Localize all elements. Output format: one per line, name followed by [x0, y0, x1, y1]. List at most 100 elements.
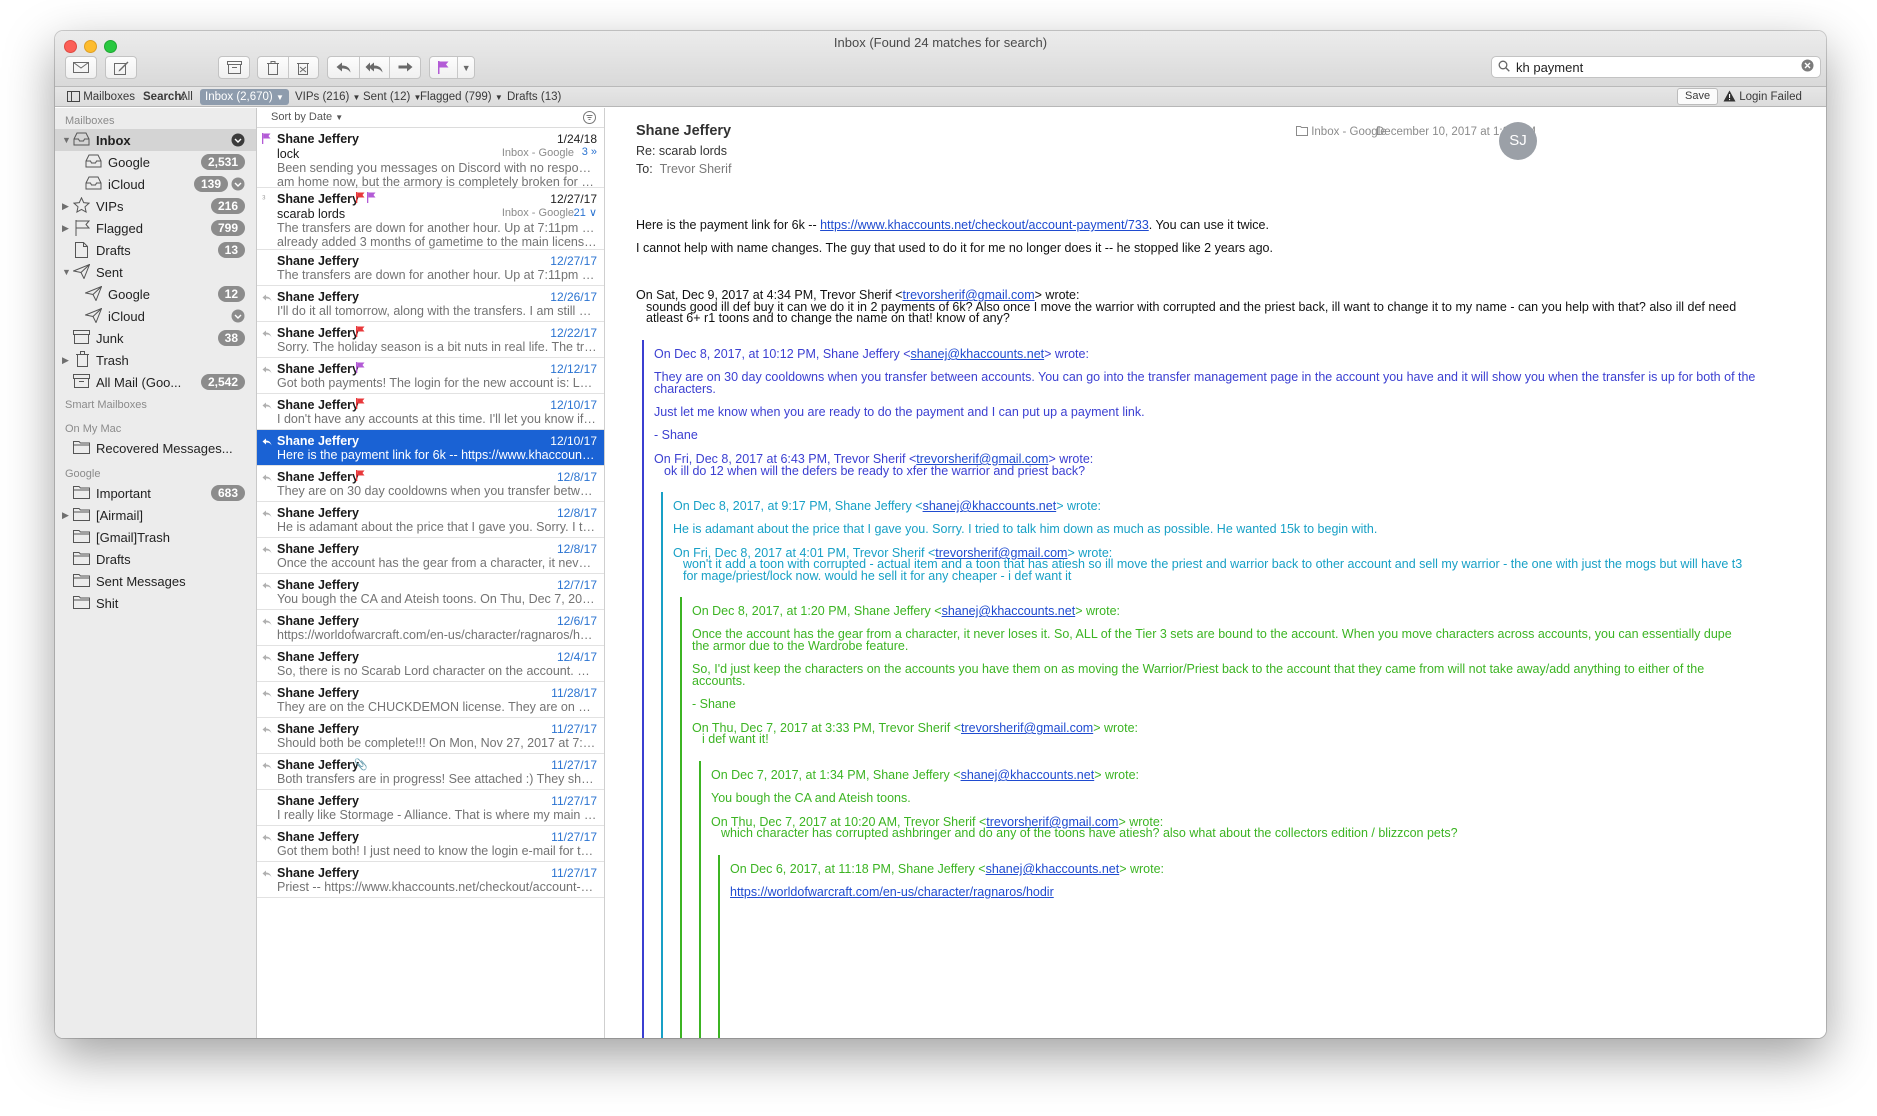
scope-all[interactable]: All	[180, 89, 193, 105]
get-mail-button[interactable]	[65, 56, 97, 79]
sidebar-item-all-mail[interactable]: All Mail (Goo... 2,542	[55, 371, 256, 393]
sidebar-section-on-my-mac[interactable]: On My Mac	[65, 423, 121, 435]
sidebar-item-label: iCloud	[108, 177, 145, 192]
list-item[interactable]: Shane Jeffery 12/8/17 They are on 30 day c…	[257, 466, 604, 502]
sidebar-item-junk[interactable]: Junk 38	[55, 327, 256, 349]
list-item[interactable]: Shane Jeffery 📎 11/27/17 Both transfers are…	[257, 754, 604, 790]
email-link[interactable]: shanej@khaccounts.net	[942, 604, 1076, 618]
list-item[interactable]: Shane Jeffery 11/27/17 I really like Storm…	[257, 790, 604, 826]
sidebar-icon	[67, 91, 80, 107]
quote-level-2-bar	[661, 492, 663, 1038]
list-item[interactable]: Shane Jeffery 12/7/17 You bough the CA and…	[257, 574, 604, 610]
disclosure-closed-icon[interactable]: ▶	[62, 223, 69, 234]
reply-button[interactable]	[328, 57, 359, 78]
list-item[interactable]: Shane Jeffery 12/6/17 https://worldofwarcr…	[257, 610, 604, 646]
reply-all-button[interactable]	[358, 57, 390, 78]
disclosure-closed-icon[interactable]: ▶	[62, 355, 69, 366]
sidebar-item-label: Flagged	[96, 221, 143, 236]
sidebar-item-sent[interactable]: ▼ Sent	[55, 261, 256, 283]
character-link[interactable]: https://worldofwarcraft.com/en-us/charac…	[730, 885, 1054, 899]
sidebar-item-recovered-messages[interactable]: Recovered Messages...	[55, 437, 256, 459]
search-input[interactable]	[1516, 59, 1801, 75]
recipient[interactable]: Trevor Sherif	[660, 162, 732, 176]
list-item[interactable]: Shane Jeffery 12/12/17 Got both payments! …	[257, 358, 604, 394]
sidebar-item-sent-google[interactable]: Google 12	[55, 283, 256, 305]
sort-by-date-button[interactable]: Sort by Date ▼	[271, 111, 343, 123]
list-item[interactable]: Shane Jeffery 1/24/18 lock Inbox - Googl…	[257, 128, 604, 189]
disclosure-closed-icon[interactable]: ▶	[62, 201, 69, 212]
disclosure-closed-icon[interactable]: ▶	[62, 510, 69, 521]
sidebar-item-drafts[interactable]: Drafts 13	[55, 239, 256, 261]
sidebar-item-inbox-icloud[interactable]: iCloud 139	[55, 173, 256, 195]
forward-button[interactable]	[389, 57, 420, 78]
sidebar-item-sent-icloud[interactable]: iCloud	[55, 305, 256, 327]
thread-count[interactable]: 3 »	[582, 146, 597, 158]
list-item[interactable]: Shane Jeffery 12/26/17 I'll do it all tomo…	[257, 286, 604, 322]
list-item[interactable]: Shane Jeffery 12/8/17 He is adamant about …	[257, 502, 604, 538]
scope-drafts[interactable]: Drafts (13)	[507, 89, 561, 105]
scope-vips[interactable]: VIPs (216) ▼	[295, 89, 360, 105]
list-item[interactable]: ᵌ Shane Jeffery 12/27/17 scarab lords In…	[257, 188, 604, 250]
junk-button[interactable]	[287, 57, 318, 78]
sidebar-section-smart-mailboxes[interactable]: Smart Mailboxes	[65, 399, 147, 411]
sidebar-item-inbox[interactable]: ▼ Inbox	[55, 129, 256, 151]
list-item[interactable]: Shane Jeffery 12/4/17 So, there is no Scar…	[257, 646, 604, 682]
search-field[interactable]	[1491, 56, 1821, 78]
archive-button[interactable]	[218, 56, 250, 79]
email-link[interactable]: trevorsherif@gmail.com	[961, 721, 1093, 735]
clear-search-icon[interactable]	[1801, 59, 1814, 75]
compose-button[interactable]	[105, 56, 137, 79]
sidebar-item-flagged[interactable]: ▶ Flagged 799	[55, 217, 256, 239]
sort-bar: Sort by Date ▼	[257, 108, 604, 128]
payment-link[interactable]: https://www.khaccounts.net/checkout/acco…	[820, 218, 1149, 232]
sidebar-section-google[interactable]: Google	[65, 468, 100, 480]
email-link[interactable]: shanej@khaccounts.net	[923, 499, 1057, 513]
sidebar-item-airmail[interactable]: ▶ [Airmail]	[55, 504, 256, 526]
thread-count[interactable]: 21 ∨	[574, 206, 597, 219]
sidebar-item-gmail-trash[interactable]: [Gmail]Trash	[55, 526, 256, 548]
list-item[interactable]: Shane Jeffery 11/28/17 They are on the CHU…	[257, 682, 604, 718]
sidebar-item-important[interactable]: Important 683	[55, 482, 256, 504]
disclosure-open-icon[interactable]: ▼	[62, 135, 71, 145]
list-item[interactable]: Shane Jeffery 11/27/17 Priest -- https://w…	[257, 862, 604, 898]
list-item-selected[interactable]: Shane Jeffery 12/10/17 Here is the payment…	[257, 430, 604, 466]
sidebar-item-sent-messages[interactable]: Sent Messages	[55, 570, 256, 592]
list-item[interactable]: Shane Jeffery 11/27/17 Got them both! I ju…	[257, 826, 604, 862]
scope-flagged-label: Flagged (799)	[420, 91, 492, 103]
mailboxes-toggle[interactable]: Mailboxes	[67, 89, 135, 105]
document-icon	[75, 242, 88, 261]
scope-sent[interactable]: Sent (12) ▼	[363, 89, 421, 105]
quoted-link-line: https://worldofwarcraft.com/en-us/charac…	[730, 885, 1054, 899]
flag-purple-icon	[367, 192, 376, 206]
chevron-down-icon[interactable]: ▼	[457, 57, 474, 78]
list-item[interactable]: Shane Jeffery 12/27/17 The transfers are d…	[257, 250, 604, 286]
scope-inbox[interactable]: Inbox (2,670) ▼	[200, 89, 289, 105]
quoted-text: - Shane	[692, 697, 736, 711]
list-item[interactable]: Shane Jeffery 12/22/17 Sorry. The holiday …	[257, 322, 604, 358]
sidebar-item-inbox-google[interactable]: Google 2,531	[55, 151, 256, 173]
email-link[interactable]: shanej@khaccounts.net	[986, 862, 1120, 876]
list-item[interactable]: Shane Jeffery 11/27/17 Should both be comp…	[257, 718, 604, 754]
quoted-text: He is adamant about the price that I gav…	[673, 522, 1378, 536]
email-link[interactable]: shanej@khaccounts.net	[961, 768, 1095, 782]
list-item[interactable]: Shane Jeffery 12/10/17 I don't have any ac…	[257, 394, 604, 430]
login-failed-status[interactable]: Login Failed	[1723, 89, 1802, 105]
quote-level-3-bar	[680, 597, 682, 1038]
sidebar-item-google-drafts[interactable]: Drafts	[55, 548, 256, 570]
scope-flagged[interactable]: Flagged (799) ▼	[420, 89, 503, 105]
attribution-line: On Dec 8, 2017, at 1:20 PM, Shane Jeffer…	[692, 604, 1120, 618]
sidebar-item-shit[interactable]: Shit	[55, 592, 256, 614]
trash-button[interactable]	[258, 57, 288, 78]
disclosure-open-icon[interactable]: ▼	[62, 267, 71, 277]
preview-line: I don't have any accounts at this time. …	[277, 412, 597, 426]
save-search-button[interactable]: Save	[1677, 88, 1719, 105]
filter-icon[interactable]	[583, 111, 596, 127]
sidebar-item-trash[interactable]: ▶ Trash	[55, 349, 256, 371]
date: 12/27/17	[550, 192, 597, 206]
sidebar-item-label: Drafts	[96, 243, 131, 258]
sidebar-item-vips[interactable]: ▶ VIPs 216	[55, 195, 256, 217]
list-item[interactable]: Shane Jeffery 12/8/17 Once the account has…	[257, 538, 604, 574]
flag-button[interactable]: ▼	[429, 56, 475, 79]
sidebar-item-label: iCloud	[108, 309, 145, 324]
email-link[interactable]: shanej@khaccounts.net	[911, 347, 1045, 361]
